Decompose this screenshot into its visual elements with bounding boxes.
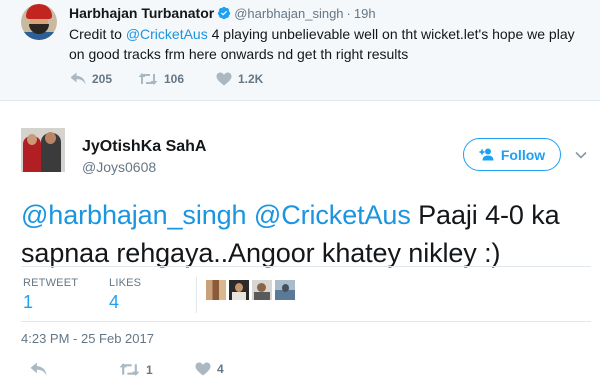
retweet-icon [138,73,158,85]
follow-button-label: Follow [500,146,546,163]
chevron-down-icon[interactable] [574,148,588,162]
verified-badge-icon [218,6,231,20]
liker-avatar[interactable] [229,280,249,300]
likes-stat-label: LIKES [109,277,142,289]
parent-tweet[interactable]: Harbhajan Turbanator @harbhajan_singh · … [0,0,600,101]
parent-text-before: Credit to [69,26,126,42]
stats-divider [196,277,197,313]
parent-reply-count: 205 [92,72,113,86]
parent-mention-link[interactable]: @CricketAus [126,26,208,42]
parent-tweet-actions: 205 106 1.2K [70,70,263,88]
reply-icon [30,362,47,376]
parent-author-name[interactable]: Harbhajan Turbanator [69,5,214,21]
parent-author-handle[interactable]: @harbhajan_singh [234,6,343,21]
parent-retweet-count: 106 [164,72,185,86]
author-handle[interactable]: @Joys0608 [82,159,156,175]
like-button[interactable]: 4 [195,362,224,376]
parent-tweet-text: Credit to @CricketAus 4 playing unbeliev… [69,24,589,64]
liker-avatar[interactable] [275,280,295,300]
follow-button[interactable]: Follow [463,138,561,171]
heart-icon [216,72,232,86]
like-count: 4 [217,362,224,376]
parent-tweet-time[interactable]: 19h [354,6,376,21]
liker-avatar[interactable] [206,280,226,300]
separator-dot: · [346,5,351,21]
parent-like-button[interactable]: 1.2K [216,72,263,86]
mention-link-cricketaus[interactable]: @CricketAus [254,200,411,230]
mention-link-harbhajan[interactable]: @harbhajan_singh [21,200,247,230]
parent-author-avatar[interactable] [21,4,57,40]
tweet-actions: 1 4 [0,362,600,382]
reply-icon [70,72,86,85]
parent-tweet-header: Harbhajan Turbanator @harbhajan_singh · … [69,2,376,24]
retweet-icon [119,363,140,376]
reply-button[interactable] [30,362,47,377]
liker-avatars [206,280,298,300]
tweet-text: @harbhajan_singh @CricketAus Paaji 4-0 k… [21,196,591,272]
liker-avatar[interactable] [252,280,272,300]
parent-like-count: 1.2K [238,72,264,86]
likes-stat[interactable]: LIKES 4 [109,277,141,313]
heart-icon [195,362,211,376]
parent-reply-button[interactable]: 205 [70,72,130,86]
author-avatar[interactable] [21,128,65,172]
add-user-icon [479,148,494,161]
retweet-stat[interactable]: RETWEET 1 [23,277,78,313]
retweet-button[interactable]: 1 [119,362,153,377]
tweet-timestamp[interactable]: 4:23 PM - 25 Feb 2017 [21,331,154,346]
parent-retweet-button[interactable]: 106 [138,72,216,86]
tweet-stats: RETWEET 1 LIKES 4 [21,266,591,322]
retweet-stat-label: RETWEET [23,277,79,289]
retweet-count: 1 [146,362,153,377]
retweet-stat-value: 1 [23,292,34,312]
author-name[interactable]: JyOtishKa SahA [82,138,206,156]
likes-stat-value: 4 [109,292,120,312]
